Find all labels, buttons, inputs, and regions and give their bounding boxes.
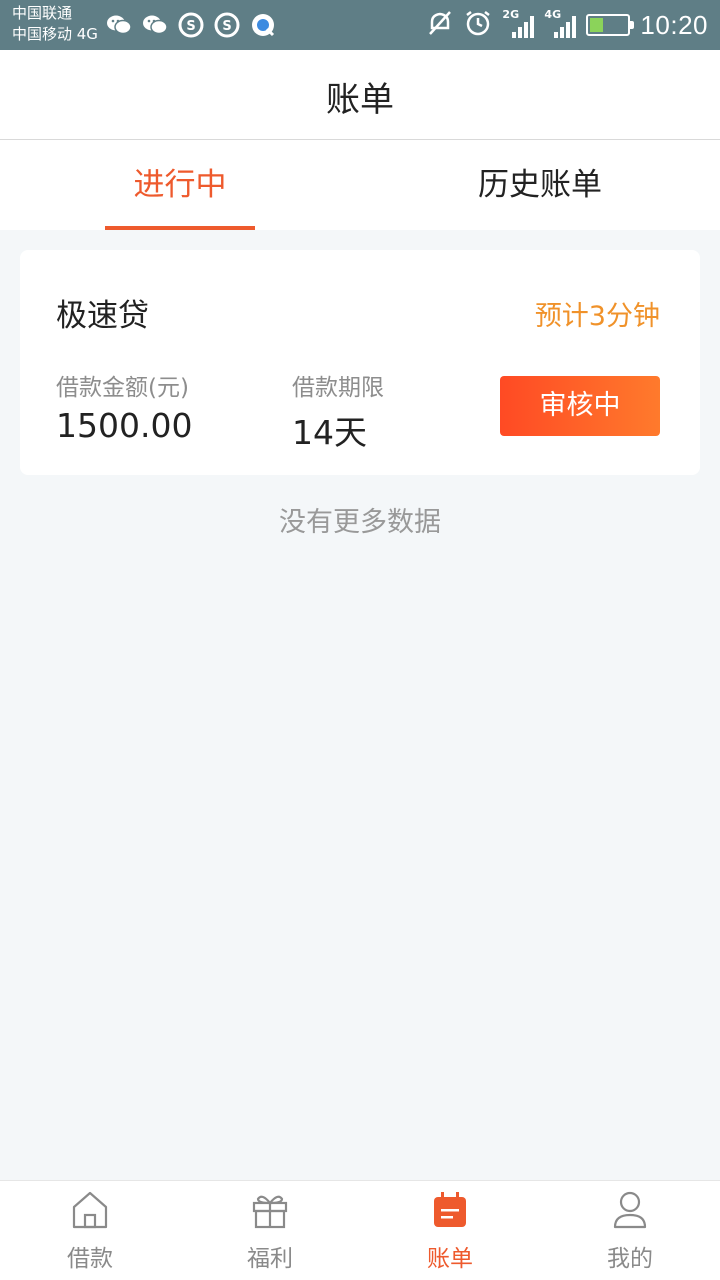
carrier-2: 中国移动 4G [12,25,98,43]
app-header: 账单 [0,50,720,140]
system-status: 2G 4G 10:20 [426,8,708,42]
bill-tabs: 进行中 历史账单 [0,140,720,230]
bill-icon [430,1189,470,1231]
nav-label: 我的 [607,1246,653,1272]
sogou-icon: S [178,12,204,38]
nav-item-bill[interactable]: 账单 [360,1181,540,1280]
profile-icon [610,1189,650,1231]
tab-history[interactable]: 历史账单 [360,140,720,230]
nav-item-loan[interactable]: 借款 [0,1181,180,1280]
nav-label: 借款 [67,1246,113,1272]
status-bar: 中国联通 中国移动 4G S S 2G 4G 10:20 [0,0,720,50]
loan-card[interactable]: 极速贷 预计3分钟 借款金额(元) 1500.00 借款期限 14天 审核中 [20,250,700,475]
nav-item-me[interactable]: 我的 [540,1181,720,1280]
home-icon [70,1189,110,1231]
product-name: 极速贷 [56,298,149,334]
review-status-button[interactable]: 审核中 [500,376,660,436]
battery-icon [586,14,635,36]
notification-icons: S S [106,12,276,38]
wechat-icon [142,12,168,38]
nav-label: 账单 [427,1246,473,1272]
gift-icon [250,1189,290,1231]
nav-label: 福利 [247,1246,293,1272]
term-label: 借款期限 [292,375,384,401]
no-more-data-text: 没有更多数据 [279,507,441,538]
wechat-icon [106,12,132,38]
battery-level [590,18,604,32]
amount-label: 借款金额(元) [56,375,189,401]
signal-2g: 2G [502,8,535,40]
carrier-1: 中国联通 [12,4,73,22]
bottom-nav: 借款 福利 账单 我的 [0,1180,720,1280]
carrier-info: 中国联通 中国移动 4G [12,3,98,45]
sogou-icon: S [214,12,240,38]
term-value: 14天 [292,413,367,452]
mute-icon [426,9,454,41]
page-title: 账单 [326,80,394,120]
svg-text:S: S [186,19,195,34]
signal-bars-icon [554,16,577,38]
browser-icon [250,12,276,38]
svg-text:S: S [222,19,231,34]
signal-4g: 4G [544,8,577,40]
eta-text: 预计3分钟 [534,301,660,332]
amount-value: 1500.00 [56,406,193,445]
tab-in-progress[interactable]: 进行中 [0,140,360,230]
nav-item-benefits[interactable]: 福利 [180,1181,360,1280]
alarm-icon [464,9,492,41]
signal-bars-icon [512,16,535,38]
active-tab-indicator [105,226,255,230]
clock: 10:20 [640,9,708,40]
